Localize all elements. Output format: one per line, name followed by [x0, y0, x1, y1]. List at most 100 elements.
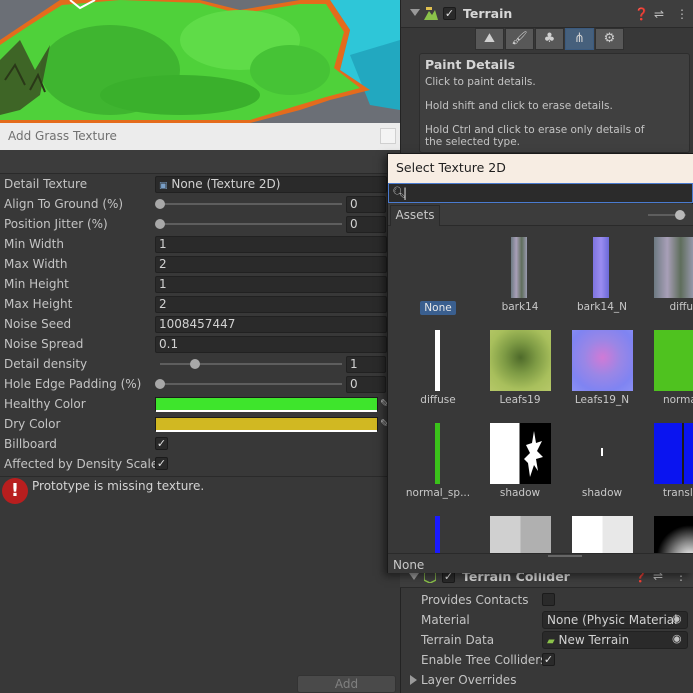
texture-item[interactable]: Leafs19 — [480, 325, 558, 415]
texture-item[interactable] — [644, 511, 693, 553]
texture-item[interactable]: None — [398, 232, 476, 322]
add-button[interactable]: Add — [297, 675, 396, 693]
raise-lower-tool-button[interactable]: ⛰ — [475, 28, 504, 50]
billboard-label: Billboard — [4, 437, 57, 451]
picker-selected-name: None — [393, 558, 425, 572]
resize-grip[interactable] — [548, 555, 582, 557]
add-grass-title: Add Grass Texture — [8, 129, 117, 143]
provides-contacts-checkbox[interactable] — [542, 593, 555, 606]
affected-by-density-scale-checkbox[interactable]: ✓ — [155, 457, 168, 470]
texture-item[interactable] — [562, 511, 640, 553]
max-height-label: Max Height — [4, 297, 73, 311]
hole-edge-padding-slider-handle[interactable] — [155, 379, 165, 389]
tab-assets[interactable]: Assets — [390, 205, 440, 226]
picker-footer: None — [388, 553, 693, 573]
window-close-button[interactable] — [380, 128, 396, 144]
healthy-color-field[interactable] — [155, 397, 378, 411]
texture-thumbnail — [490, 330, 551, 391]
add-grass-titlebar[interactable]: Add Grass Texture — [0, 123, 400, 150]
texture-item[interactable] — [398, 511, 476, 553]
foldout-arrow-icon[interactable] — [410, 9, 420, 16]
min-width-input[interactable]: 1 — [155, 236, 387, 253]
max-width-input[interactable]: 2 — [155, 256, 387, 273]
texture-item[interactable]: transluc — [644, 418, 693, 508]
object-picker-icon[interactable]: ◉ — [672, 612, 682, 625]
noise-spread-input[interactable]: 0.1 — [155, 336, 387, 353]
position-jitter-input[interactable]: 0 — [346, 216, 386, 233]
terrain-data-label: Terrain Data — [421, 633, 495, 647]
terrain-enabled-checkbox[interactable]: ✓ — [443, 7, 456, 20]
texture-item[interactable]: shadow — [480, 418, 558, 508]
paint-trees-tool-button[interactable]: ♣ — [535, 28, 564, 50]
position-jitter-slider[interactable] — [160, 223, 342, 225]
texture-item[interactable]: diffus — [644, 232, 693, 322]
align-to-ground-input[interactable]: 0 — [346, 196, 386, 213]
texture-thumbnail — [654, 516, 693, 553]
detail-density-label: Detail density — [4, 357, 88, 371]
align-to-ground-slider[interactable] — [160, 203, 342, 205]
terrain-settings-tool-button[interactable]: ⚙ — [595, 28, 624, 50]
context-menu-icon[interactable]: ⋮ — [676, 7, 688, 21]
dry-color-field[interactable] — [155, 417, 378, 431]
noise-seed-input[interactable]: 1008457447 — [155, 316, 387, 333]
texture-item[interactable]: normal_sp... — [398, 418, 476, 508]
material-field[interactable]: None (Physic Material — [542, 611, 688, 629]
texture-grid: None bark14 bark14_N diffus diffuse Leaf… — [388, 226, 693, 553]
layer-overrides-label[interactable]: Layer Overrides — [421, 673, 516, 687]
detail-texture-field[interactable]: ▣ None (Texture 2D) — [155, 176, 387, 193]
help-icon[interactable]: ❓ — [634, 7, 649, 21]
max-width-label: Max Width — [4, 257, 68, 271]
min-height-input[interactable]: 1 — [155, 276, 387, 293]
layer-overrides-foldout-icon[interactable] — [410, 675, 417, 685]
presets-icon[interactable]: ⇌ — [654, 7, 664, 21]
texture-thumbnail — [435, 423, 440, 484]
billboard-checkbox[interactable]: ✓ — [155, 437, 168, 450]
terrain-title: Terrain — [463, 6, 513, 21]
texture-icon: ▣ — [159, 181, 168, 191]
enable-tree-colliders-checkbox[interactable]: ✓ — [542, 653, 555, 666]
texture-item[interactable]: normal_ — [644, 325, 693, 415]
align-to-ground-slider-handle[interactable] — [155, 199, 165, 209]
foldout-arrow-icon[interactable] — [409, 573, 419, 580]
grass-icon: ⋔ — [574, 31, 585, 46]
object-picker-icon[interactable]: ◉ — [672, 632, 682, 645]
error-icon: ! — [2, 478, 28, 504]
paint-details-line-3: Hold Ctrl and click to erase only detail… — [425, 124, 645, 148]
hole-edge-padding-input[interactable]: 0 — [346, 376, 386, 393]
scene-view[interactable] — [0, 0, 400, 123]
paint-details-heading: Paint Details — [425, 57, 516, 72]
detail-density-input[interactable]: 1 — [346, 356, 386, 373]
paint-details-tool-button[interactable]: ⋔ — [565, 28, 594, 50]
detail-texture-value: None (Texture 2D) — [171, 177, 281, 191]
texture-item-label: transluc — [662, 487, 693, 499]
picker-search-input[interactable]: 🔍︎ | — [388, 183, 693, 203]
thumbnail-size-slider-handle[interactable] — [675, 210, 685, 220]
material-value: None (Physic Material — [547, 613, 678, 627]
healthy-color-alpha-bar — [156, 410, 377, 412]
detail-density-slider-handle[interactable] — [190, 359, 200, 369]
texture-thumbnail — [654, 330, 693, 391]
detail-density-slider[interactable] — [160, 363, 342, 365]
texture-item[interactable]: shadow — [562, 418, 640, 508]
error-message: Prototype is missing texture. — [32, 479, 205, 493]
search-caret: | — [403, 186, 408, 200]
terrain-data-field[interactable]: ▰ New Terrain — [542, 631, 688, 649]
position-jitter-slider-handle[interactable] — [155, 219, 165, 229]
healthy-color-label: Healthy Color — [4, 397, 86, 411]
paint-texture-tool-button[interactable]: 🖌 — [505, 28, 534, 50]
hole-edge-padding-slider[interactable] — [160, 383, 342, 385]
texture-item[interactable]: bark14_N — [562, 232, 640, 322]
texture-item[interactable]: bark14 — [480, 232, 558, 322]
texture-thumbnail — [654, 237, 693, 298]
hole-edge-padding-label: Hole Edge Padding (%) — [4, 377, 142, 391]
texture-item[interactable]: diffuse — [398, 325, 476, 415]
terrain-scene-render — [0, 0, 400, 123]
noise-seed-label: Noise Seed — [4, 317, 72, 331]
texture-item[interactable]: Leafs19_N — [562, 325, 640, 415]
texture-thumbnail — [490, 423, 551, 484]
terrain-component-header[interactable]: ✓ Terrain ❓ ⇌ ⋮ — [401, 0, 693, 28]
texture-item[interactable] — [480, 511, 558, 553]
min-width-label: Min Width — [4, 237, 64, 251]
max-height-input[interactable]: 2 — [155, 296, 387, 313]
raise-terrain-icon: ⛰ — [484, 31, 495, 46]
